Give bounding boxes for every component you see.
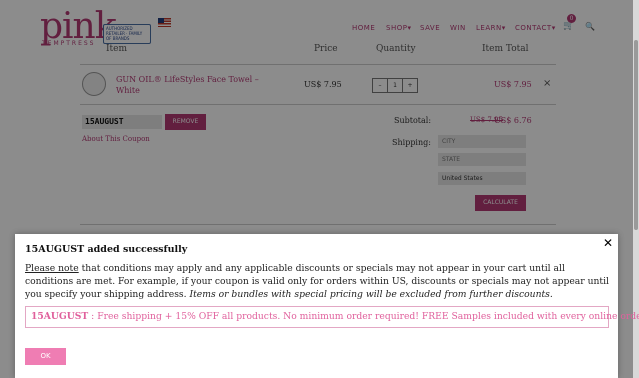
- coupon-modal: ✕ 15AUGUST added successfully Please not…: [15, 234, 639, 378]
- please-note-label: Please note: [25, 263, 79, 274]
- note-italic: Items or bundles with special pricing wi…: [189, 289, 553, 300]
- promo-banner: 15AUGUST : Free shipping + 15% OFF all p…: [25, 306, 639, 328]
- modal-message: Please note that conditions may apply an…: [25, 262, 610, 301]
- promo-text: : Free shipping + 15% OFF all products. …: [88, 311, 639, 322]
- modal-title: 15AUGUST added successfully: [25, 244, 188, 255]
- scrollbar-thumb[interactable]: [634, 40, 638, 230]
- close-icon[interactable]: ✕: [603, 236, 613, 250]
- promo-code: 15AUGUST: [31, 311, 89, 322]
- ok-button[interactable]: OK: [25, 348, 66, 365]
